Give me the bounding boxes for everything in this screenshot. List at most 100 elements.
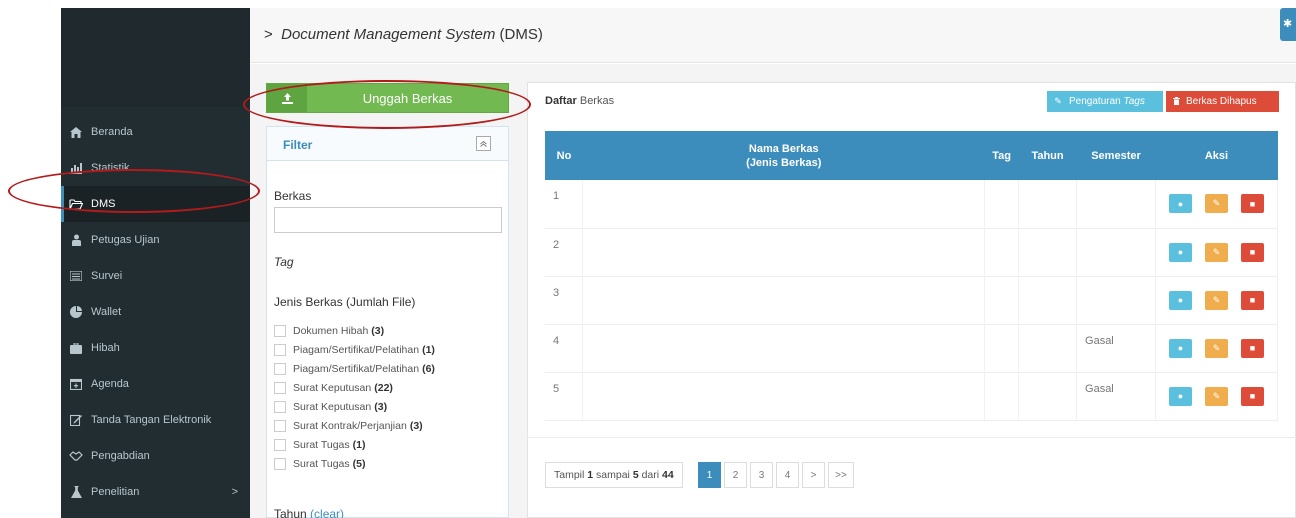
panel-title-bold: Daftar [545,95,577,107]
tag-settings-label: Pengaturan [1069,96,1121,107]
pager-from: 1 [587,469,594,481]
jenis-checkbox-item[interactable]: Piagam/Sertifikat/Pelatihan (1) [274,340,435,359]
checkbox[interactable] [274,324,286,337]
berkas-search-input[interactable] [274,207,502,233]
view-button[interactable]: ● [1168,290,1192,310]
sidebar-item-tanda-tangan-elektronik[interactable]: Tanda Tangan Elektronik [61,402,250,438]
cell-aksi: ● ✎ ■ [1155,324,1279,373]
annotation-ellipse-dms [8,169,260,213]
sidebar-item-label: Wallet [91,306,122,318]
delete-button[interactable]: ■ [1240,386,1264,406]
edit-button[interactable]: ✎ [1204,290,1228,310]
col-no[interactable]: No [545,131,583,180]
jenis-name: Surat Tugas [293,457,350,470]
cell-aksi: ● ✎ ■ [1155,372,1279,421]
delete-button[interactable]: ■ [1240,194,1264,213]
jenis-checkbox-item[interactable]: Surat Tugas (1) [274,435,435,454]
cell-tahun [1018,372,1078,421]
page-4-button[interactable]: 4 [776,462,799,488]
cell-tag [984,228,1020,277]
checkbox[interactable] [274,457,286,470]
sidebar-item-penelitian[interactable]: Penelitian > [61,474,250,510]
panel-divider [527,437,1296,438]
tag-settings-button[interactable]: ✎ Pengaturan Tags [1047,91,1163,112]
cell-nama [582,276,986,325]
jenis-name: Dokumen Hibah [293,324,369,337]
edit-button[interactable]: ✎ [1204,242,1228,262]
page-header: > Document Management System (DMS) [250,8,1296,63]
gear-icon: ✱ [1283,18,1293,30]
flask-icon [69,485,83,499]
view-button[interactable]: ● [1168,194,1192,213]
delete-button[interactable]: ■ [1240,290,1264,310]
tahun-label-text: Tahun [274,507,307,518]
home-icon [69,125,83,139]
sidebar-item-wallet[interactable]: Wallet [61,294,250,330]
sidebar-item-survei[interactable]: Survei [61,258,250,294]
cell-tag [984,324,1020,373]
jenis-checkbox-item[interactable]: Piagam/Sertifikat/Pelatihan (6) [274,359,435,378]
jenis-checkbox-item[interactable]: Dokumen Hibah (3) [274,321,435,340]
jenis-count: (1) [422,343,435,356]
sidebar-item-hibah[interactable]: Hibah [61,330,250,366]
jenis-checkbox-item[interactable]: Surat Tugas (5) [274,454,435,473]
checkbox[interactable] [274,400,286,413]
cell-tahun [1018,276,1078,325]
cell-no: 1 [545,180,584,229]
last-page-button[interactable]: >> [828,462,854,488]
sidebar-item-label: Survei [91,270,123,282]
checkbox[interactable] [274,381,286,394]
delete-button[interactable]: ■ [1240,242,1264,262]
deleted-files-label: Berkas Dihapus [1186,96,1257,107]
edit-button[interactable]: ✎ [1204,386,1228,406]
cell-tag [984,180,1020,229]
table-row: 4 Gasal ● ✎ ■ [545,324,1279,373]
jenis-count: (22) [374,381,393,394]
panel-title: Daftar Berkas [545,95,614,107]
collapse-button[interactable] [476,136,491,151]
jenis-berkas-label: Jenis Berkas (Jumlah File) [274,295,416,309]
checkbox[interactable] [274,362,286,375]
page-3-button[interactable]: 3 [750,462,773,488]
sidebar-item-pengabdian[interactable]: Pengabdian [61,438,250,474]
checkbox[interactable] [274,438,286,451]
sidebar-item-label: Penelitian [91,486,140,498]
col-aksi: Aksi [1155,131,1278,180]
checkbox[interactable] [274,343,286,356]
view-button[interactable]: ● [1168,338,1192,358]
view-button[interactable]: ● [1168,242,1192,262]
page-2-button[interactable]: 2 [724,462,747,488]
filter-title: Filter [283,138,313,152]
clear-link[interactable]: (clear) [310,507,344,518]
sidebar-item-petugas-ujian[interactable]: Petugas Ujian [61,222,250,258]
jenis-checkbox-item[interactable]: Surat Keputusan (3) [274,397,435,416]
deleted-files-button[interactable]: Berkas Dihapus [1166,91,1279,112]
sidebar-item-label: Tanda Tangan Elektronik [91,414,212,426]
view-button[interactable]: ● [1168,386,1192,406]
next-page-button[interactable]: > [802,462,825,488]
col-semester[interactable]: Semester [1076,131,1156,180]
delete-button[interactable]: ■ [1240,338,1264,358]
list-icon [69,269,83,283]
jenis-checkbox-item[interactable]: Surat Keputusan (22) [274,378,435,397]
page-title: > Document Management System (DMS) [264,26,543,43]
col-tag[interactable]: Tag [984,131,1019,180]
jenis-checkbox-item[interactable]: Surat Kontrak/Perjanjian (3) [274,416,435,435]
trash-icon [1166,96,1186,107]
settings-toggle-button[interactable]: ✱ [1280,8,1296,41]
checkbox[interactable] [274,419,286,432]
edit-button[interactable]: ✎ [1204,338,1228,358]
sidebar-item-beranda[interactable]: Beranda [61,114,250,150]
col-nama-berkas[interactable]: Nama Berkas (Jenis Berkas) [582,131,985,180]
cell-nama [582,228,986,277]
col-tahun[interactable]: Tahun [1018,131,1077,180]
jenis-name: Surat Kontrak/Perjanjian [293,419,407,432]
page-1-button[interactable]: 1 [698,462,721,488]
table-row: 1 ● ✎ ■ [545,180,1279,229]
cell-no: 3 [545,276,584,325]
cell-aksi: ● ✎ ■ [1155,228,1279,277]
cell-semester [1076,180,1156,229]
edit-button[interactable]: ✎ [1204,194,1228,213]
sidebar-item-agenda[interactable]: Agenda [61,366,250,402]
sidebar-brand-area [61,8,250,107]
